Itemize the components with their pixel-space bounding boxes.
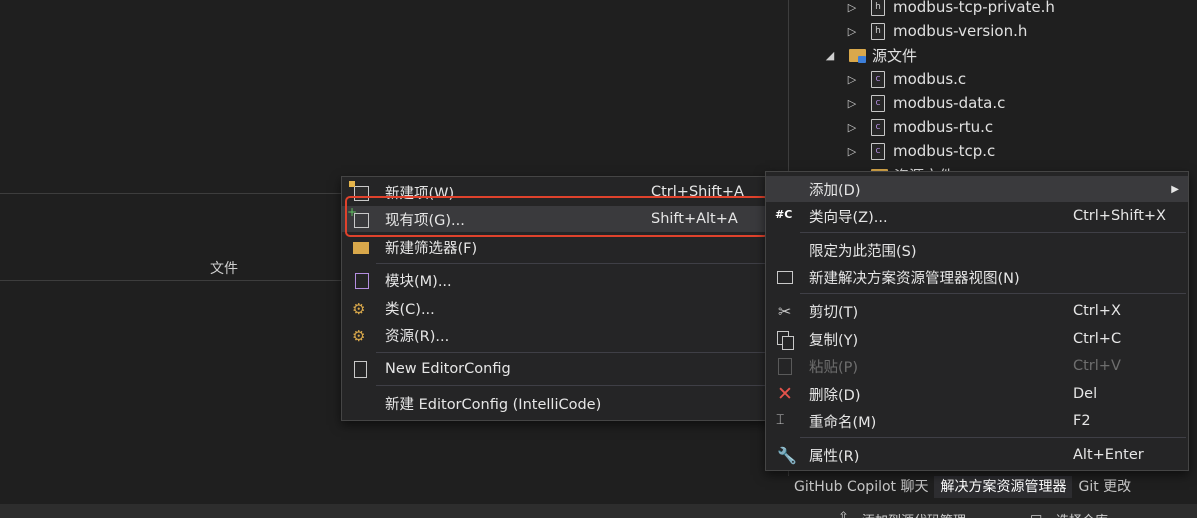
class-wizard-icon: #C — [775, 208, 793, 221]
expand-arrow-icon[interactable]: ▷ — [847, 145, 857, 158]
filter-folder-icon — [849, 48, 866, 63]
menu-item-scope-to-this[interactable]: 限定为此范围(S) — [766, 237, 1188, 263]
context-menu: 添加(D) ▶ #C 类向导(Z)... Ctrl+Shift+X 限定为此范围… — [765, 171, 1189, 471]
c-file-icon: c — [871, 118, 885, 136]
expand-arrow-icon[interactable]: ▷ — [847, 1, 857, 14]
source-control-icon: ⇧ — [838, 510, 849, 518]
menu-item-module[interactable]: 模块(M)... — [342, 267, 769, 293]
tree-item-modbus-tcp-c[interactable]: ▷ c modbus-tcp.c — [847, 139, 995, 163]
menu-item-paste[interactable]: 粘贴(P) Ctrl+V — [766, 353, 1188, 379]
submenu-arrow-icon: ▶ — [1171, 183, 1179, 195]
wrench-icon: 🔧 — [777, 446, 797, 465]
expand-arrow-icon[interactable]: ▷ — [847, 73, 857, 86]
tree-item-modbus-tcp-private-h[interactable]: ▷ h modbus-tcp-private.h — [847, 0, 1055, 19]
tab-solution-explorer[interactable]: 解决方案资源管理器 — [934, 475, 1073, 499]
c-file-icon: c — [871, 94, 885, 112]
menu-item-resource[interactable]: ⚙ 资源(R)... — [342, 322, 769, 348]
menu-item-cut[interactable]: ✂ 剪切(T) Ctrl+X — [766, 298, 1188, 324]
menu-item-add[interactable]: 添加(D) ▶ — [766, 176, 1188, 202]
header-file-icon: h — [871, 22, 885, 40]
highlight-annotation — [345, 196, 769, 237]
tree-item-label: 源文件 — [872, 46, 918, 65]
menu-separator — [376, 352, 767, 353]
tab-git-changes[interactable]: Git 更改 — [1072, 476, 1137, 498]
status-bar: ⇧ 添加到源代码管理 ▭ 选择仓库 — [0, 504, 1197, 518]
menu-separator — [800, 293, 1186, 294]
c-file-icon: c — [871, 70, 885, 88]
tree-item-modbus-version-h[interactable]: ▷ h modbus-version.h — [847, 19, 1028, 43]
paste-icon — [774, 356, 794, 376]
new-filter-icon — [350, 237, 370, 257]
resource-icon: ⚙ — [352, 327, 366, 345]
tree-item-label: modbus-rtu.c — [893, 118, 994, 136]
menu-item-properties[interactable]: 🔧 属性(R) Alt+Enter — [766, 442, 1188, 468]
tree-item-label: modbus.c — [893, 70, 967, 88]
repository-icon: ▭ — [1030, 510, 1043, 518]
menu-separator — [376, 385, 767, 386]
tree-item-label: modbus-data.c — [893, 94, 1006, 112]
tree-item-label: modbus-version.h — [893, 22, 1028, 40]
column-header-file[interactable]: 文件 — [210, 258, 238, 278]
expand-arrow-icon[interactable]: ▷ — [847, 121, 857, 134]
tree-item-modbus-data-c[interactable]: ▷ c modbus-data.c — [847, 91, 1006, 115]
menu-item-class-wizard[interactable]: #C 类向导(Z)... Ctrl+Shift+X — [766, 203, 1188, 229]
expand-arrow-icon[interactable]: ▷ — [847, 97, 857, 110]
menu-separator — [800, 437, 1186, 438]
menu-separator — [376, 263, 767, 264]
menu-item-copy[interactable]: 复制(Y) Ctrl+C — [766, 326, 1188, 352]
menu-item-delete[interactable]: ✕ 删除(D) Del — [766, 381, 1188, 407]
new-view-icon — [774, 267, 794, 287]
tool-window-tabs: GitHub Copilot 聊天 解决方案资源管理器 Git 更改 — [788, 475, 1197, 499]
tree-item-label: modbus-tcp-private.h — [893, 0, 1055, 16]
collapse-arrow-icon[interactable]: ◢ — [825, 49, 835, 62]
c-file-icon: c — [871, 142, 885, 160]
menu-separator — [800, 232, 1186, 233]
menu-item-rename[interactable]: ⌶ 重命名(M) F2 — [766, 408, 1188, 434]
delete-icon: ✕ — [777, 383, 793, 405]
tree-item-source-folder[interactable]: ◢ 源文件 — [825, 43, 917, 67]
menu-item-new-editorconfig[interactable]: New EditorConfig — [342, 356, 769, 382]
editor-area[interactable] — [0, 0, 788, 193]
scissors-icon: ✂ — [778, 302, 792, 321]
tree-item-label: modbus-tcp.c — [893, 142, 996, 160]
copy-icon — [774, 329, 794, 350]
menu-item-new-filter[interactable]: 新建筛选器(F) — [342, 234, 769, 260]
expand-arrow-icon[interactable]: ▷ — [847, 25, 857, 38]
tab-github-copilot-chat[interactable]: GitHub Copilot 聊天 — [788, 476, 934, 498]
header-file-icon: h — [871, 0, 885, 16]
tree-item-modbus-rtu-c[interactable]: ▷ c modbus-rtu.c — [847, 115, 993, 139]
document-icon — [350, 359, 370, 379]
module-icon — [350, 270, 370, 290]
select-repository[interactable]: 选择仓库 — [1056, 510, 1108, 518]
menu-item-new-editorconfig-intellicode[interactable]: 新建 EditorConfig (IntelliCode) — [342, 390, 769, 416]
add-to-source-control[interactable]: 添加到源代码管理 — [862, 510, 966, 518]
rename-icon: ⌶ — [776, 412, 785, 428]
tree-item-modbus-c[interactable]: ▷ c modbus.c — [847, 67, 966, 91]
menu-item-class[interactable]: ⚙ 类(C)... — [342, 295, 769, 321]
menu-item-new-explorer-view[interactable]: 新建解决方案资源管理器视图(N) — [766, 264, 1188, 290]
class-icon: ⚙ — [352, 300, 366, 318]
